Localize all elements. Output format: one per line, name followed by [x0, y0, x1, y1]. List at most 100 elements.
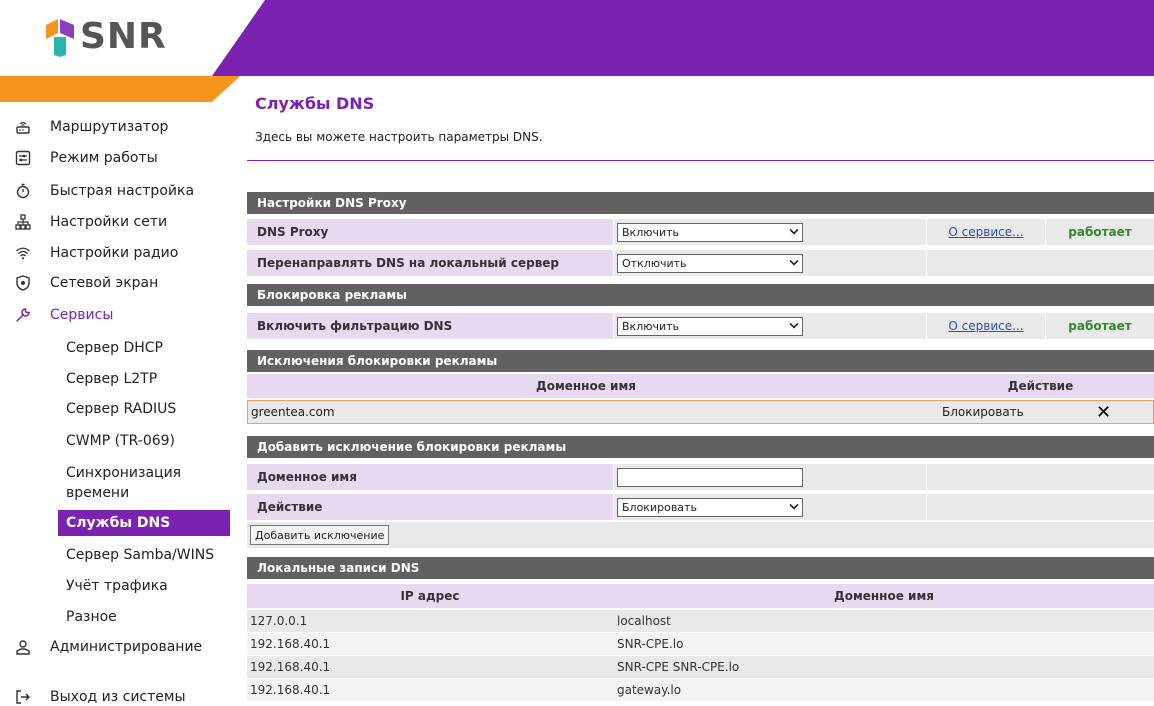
sidebar-item-router[interactable]: Маршрутизатор — [14, 118, 168, 136]
section-dns-proxy-header: Настройки DNS Proxy — [247, 192, 1154, 214]
sidebar-item-label: Быстрая настройка — [50, 183, 195, 199]
sidebar-subitem-time-sync-line2[interactable]: времени — [66, 483, 129, 503]
add-domain-value-cell — [614, 464, 926, 490]
wrench-icon — [14, 306, 32, 324]
sidebar-subitem-samba[interactable]: Сервер Samba/WINS — [66, 545, 214, 565]
table-row: 127.0.0.1 localhost — [247, 610, 1154, 632]
record-domain: SNR-CPE.lo — [617, 637, 684, 651]
table-row: 192.168.40.1 gateway.lo — [247, 679, 1154, 701]
dns-redirect-value-cell: Отключить — [614, 250, 926, 276]
chevron-down-icon — [789, 318, 799, 329]
about-cell: О сервисе... — [927, 313, 1045, 339]
row-filler — [927, 250, 1154, 276]
col-domain-header: Доменное имя — [834, 589, 934, 603]
stopwatch-icon — [14, 182, 32, 200]
network-icon — [14, 213, 32, 231]
dns-proxy-status: работает — [1046, 219, 1154, 245]
title-divider — [247, 160, 1154, 161]
logo[interactable]: SNR — [46, 16, 167, 57]
adblock-status: работает — [1046, 313, 1154, 339]
col-domain-header: Доменное имя — [536, 379, 636, 393]
record-domain: localhost — [617, 614, 671, 628]
local-records-table-header: IP адрес Доменное имя — [247, 584, 1154, 608]
add-domain-label: Доменное имя — [247, 464, 613, 490]
row-filler — [927, 494, 1154, 520]
sidebar-subitem-dhcp[interactable]: Сервер DHCP — [66, 338, 163, 358]
sidebar-item-services[interactable]: Сервисы — [14, 306, 113, 324]
adblock-filter-label: Включить фильтрацию DNS — [247, 313, 613, 339]
sidebar-subitem-radius[interactable]: Сервер RADIUS — [66, 399, 176, 419]
sidebar-item-mode[interactable]: Режим работы — [14, 149, 158, 167]
dns-proxy-select[interactable]: Включить — [617, 222, 803, 242]
wifi-icon — [14, 244, 32, 262]
sidebar-subitem-l2tp[interactable]: Сервер L2TP — [66, 369, 157, 389]
dns-redirect-label: Перенаправлять DNS на локальный сервер — [247, 250, 613, 276]
sidebar-item-label: Настройки сети — [50, 214, 168, 230]
record-ip: 192.168.40.1 — [250, 660, 331, 674]
sidebar-accent-band — [0, 76, 240, 102]
sidebar-item-logout[interactable]: Выход из системы — [14, 688, 186, 706]
chevron-down-icon — [789, 224, 799, 235]
table-row: greentea.com Блокировать ✕ — [247, 400, 1154, 424]
record-domain: gateway.lo — [617, 683, 682, 697]
sidebar-item-label: Администрирование — [50, 639, 203, 655]
adblock-about-link[interactable]: О сервисе... — [948, 319, 1023, 333]
add-exception-button-row: Добавить исключение — [247, 522, 1154, 548]
section-add-exception-header: Добавить исключение блокировки рекламы — [247, 436, 1154, 458]
sidebar-subitem-dns-active[interactable]: Службы DNS — [58, 510, 230, 536]
record-ip: 127.0.0.1 — [250, 614, 308, 628]
dns-proxy-row: DNS Proxy Включить О сервисе... работает — [247, 219, 1154, 245]
dns-proxy-label: DNS Proxy — [247, 219, 613, 245]
col-ip-header: IP адрес — [400, 589, 460, 603]
sidebar-subitem-cwmp[interactable]: CWMP (TR-069) — [66, 431, 175, 451]
exception-action: Блокировать — [942, 405, 1024, 419]
section-local-records-header: Локальные записи DNS — [247, 557, 1154, 579]
record-ip: 192.168.40.1 — [250, 683, 331, 697]
adblock-filter-row: Включить фильтрацию DNS Включить О серви… — [247, 313, 1154, 339]
exception-domain: greentea.com — [251, 405, 335, 419]
sidebar-item-label: Настройки радио — [50, 245, 179, 261]
delete-exception-icon[interactable]: ✕ — [1096, 401, 1111, 423]
sidebar-subitem-time-sync[interactable]: Синхронизация — [66, 463, 181, 483]
table-row: 192.168.40.1 SNR-CPE.lo — [247, 633, 1154, 655]
table-row: 192.168.40.1 SNR-CPE SNR-CPE.lo — [247, 656, 1154, 678]
adblock-filter-select[interactable]: Включить — [617, 316, 803, 336]
page-title: Службы DNS — [255, 94, 375, 113]
dns-proxy-about-link[interactable]: О сервисе... — [948, 225, 1023, 239]
sidebar-item-label: Сетевой экран — [50, 275, 159, 291]
section-adblock-header: Блокировка рекламы — [247, 284, 1154, 306]
router-icon — [14, 118, 32, 136]
header: SNR — [0, 0, 1154, 76]
select-value: Включить — [622, 319, 680, 333]
select-value: Отключить — [622, 256, 687, 270]
sidebar-item-firewall[interactable]: Сетевой экран — [14, 274, 158, 292]
section-exceptions-header: Исключения блокировки рекламы — [247, 350, 1154, 372]
sidebar-item-admin[interactable]: Администрирование — [14, 638, 202, 656]
sidebar-item-quick-setup[interactable]: Быстрая настройка — [14, 182, 194, 200]
exceptions-table-header: Доменное имя Действие — [247, 374, 1154, 398]
add-exception-button[interactable]: Добавить исключение — [250, 525, 390, 545]
sidebar-item-radio[interactable]: Настройки радио — [14, 244, 178, 262]
add-action-value-cell: Блокировать — [614, 494, 926, 520]
about-cell: О сервисе... — [927, 219, 1045, 245]
chevron-down-icon — [789, 499, 799, 510]
add-action-select[interactable]: Блокировать — [617, 497, 803, 517]
add-action-row: Действие Блокировать — [247, 494, 1154, 520]
domain-name-input[interactable] — [617, 467, 803, 487]
user-icon — [14, 638, 32, 656]
col-action-header: Действие — [1007, 379, 1074, 393]
sidebar-subitem-misc[interactable]: Разное — [66, 607, 117, 627]
record-ip: 192.168.40.1 — [250, 637, 331, 651]
sidebar-item-label: Режим работы — [50, 150, 158, 166]
add-domain-row: Доменное имя — [247, 464, 1154, 490]
dns-proxy-value-cell: Включить — [614, 219, 926, 245]
select-value: Блокировать — [622, 500, 697, 514]
logo-text: SNR — [80, 16, 167, 57]
sidebar-item-network[interactable]: Настройки сети — [14, 213, 167, 231]
sidebar-subitem-traffic[interactable]: Учёт трафика — [66, 576, 168, 596]
row-filler — [927, 464, 1154, 490]
shield-icon — [14, 274, 32, 292]
sidebar-item-label: Выход из системы — [50, 689, 186, 705]
sidebar-item-label: Маршрутизатор — [50, 119, 169, 135]
dns-redirect-select[interactable]: Отключить — [617, 253, 803, 273]
